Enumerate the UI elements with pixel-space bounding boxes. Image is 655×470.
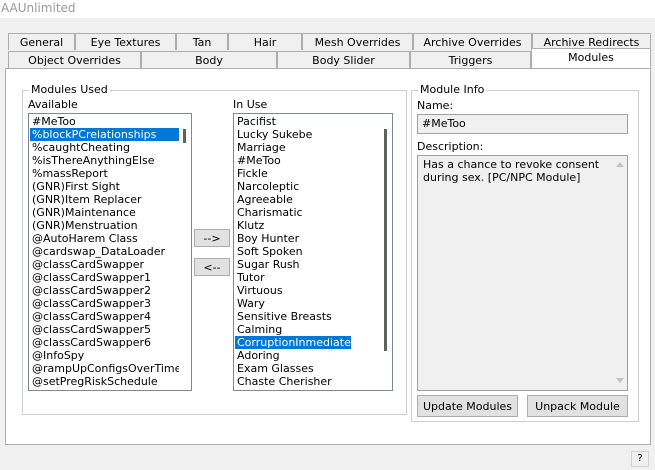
- module-info-title: Module Info: [418, 83, 487, 96]
- name-label: Name:: [417, 99, 454, 112]
- in-use-scroll-thumb[interactable]: [384, 129, 387, 351]
- available-module-item[interactable]: @classCardSwapper5: [30, 323, 181, 336]
- available-module-item[interactable]: @classCardSwapper1: [30, 271, 181, 284]
- available-module-item[interactable]: (GNR)First Sight: [30, 180, 181, 193]
- main-window: General Eye Textures Tan Hair Mesh Overr…: [0, 18, 655, 470]
- in-use-module-item[interactable]: Wary: [235, 297, 351, 310]
- tab-archive-overrides[interactable]: Archive Overrides: [413, 33, 532, 50]
- in-use-label: In Use: [233, 98, 268, 111]
- available-module-item[interactable]: %caughtCheating: [30, 141, 181, 154]
- in-use-module-item[interactable]: Fickle: [235, 167, 351, 180]
- available-module-item[interactable]: @rampUpConfigsOverTime: [30, 362, 181, 375]
- tab-modules[interactable]: Modules: [531, 48, 651, 68]
- in-use-module-item[interactable]: Exam Glasses: [235, 362, 351, 375]
- modules-used-title: Modules Used: [29, 83, 110, 96]
- available-module-item[interactable]: (GNR)Maintenance: [30, 206, 181, 219]
- available-module-item[interactable]: @classCardSwapper: [30, 258, 181, 271]
- tab-triggers[interactable]: Triggers: [410, 51, 531, 68]
- in-use-items: Pacifist Lucky Sukebe Marriage #MeToo Fickle…: [235, 115, 351, 388]
- available-module-item[interactable]: %blockPCrelationships: [30, 128, 182, 141]
- module-description-text: Has a chance to revoke consent during se…: [423, 158, 600, 184]
- in-use-module-item[interactable]: Agreeable: [235, 193, 351, 206]
- available-module-item[interactable]: @classCardSwapper4: [30, 310, 181, 323]
- in-use-list[interactable]: Pacifist Lucky Sukebe Marriage #MeToo Fickle…: [233, 113, 393, 391]
- available-module-item[interactable]: (GNR)Item Replacer: [30, 193, 181, 206]
- update-modules-button[interactable]: Update Modules: [417, 395, 518, 417]
- module-name-field[interactable]: #MeToo: [417, 114, 628, 134]
- in-use-module-item[interactable]: CorruptionInmediate: [235, 336, 351, 349]
- available-module-item[interactable]: #MeToo: [30, 115, 181, 128]
- available-module-item[interactable]: @classCardSwapper3: [30, 297, 181, 310]
- in-use-module-item[interactable]: Boy Hunter: [235, 232, 351, 245]
- in-use-module-item[interactable]: Virtuous: [235, 284, 351, 297]
- in-use-module-item[interactable]: Charismatic: [235, 206, 351, 219]
- in-use-module-item[interactable]: Calming: [235, 323, 351, 336]
- available-scrollbar[interactable]: [179, 114, 191, 390]
- available-module-item[interactable]: %massReport: [30, 167, 181, 180]
- available-module-item[interactable]: (GNR)Menstruation: [30, 219, 181, 232]
- tab-mesh-overrides[interactable]: Mesh Overrides: [302, 33, 413, 50]
- in-use-module-item[interactable]: Narcoleptic: [235, 180, 351, 193]
- available-module-item[interactable]: @AutoHarem Class: [30, 232, 181, 245]
- available-module-item[interactable]: %isThereAnythingElse: [30, 154, 181, 167]
- in-use-module-item[interactable]: Klutz: [235, 219, 351, 232]
- tab-eye-textures[interactable]: Eye Textures: [75, 33, 176, 50]
- unpack-module-button[interactable]: Unpack Module: [527, 395, 628, 417]
- in-use-module-item[interactable]: Tutor: [235, 271, 351, 284]
- available-label: Available: [28, 98, 78, 111]
- description-scroll-up-icon[interactable]: [616, 162, 624, 167]
- modules-panel: Modules Used Available In Use #MeToo %blo…: [5, 68, 651, 445]
- tab-general[interactable]: General: [8, 33, 75, 50]
- in-use-module-item[interactable]: Sugar Rush: [235, 258, 351, 271]
- add-module-button[interactable]: -->: [194, 229, 230, 247]
- in-use-module-item[interactable]: Lucky Sukebe: [235, 128, 351, 141]
- available-module-item[interactable]: @setPregRiskSchedule: [30, 375, 181, 388]
- available-scroll-thumb[interactable]: [183, 129, 186, 143]
- in-use-module-item[interactable]: Adoring: [235, 349, 351, 362]
- description-scroll-down-icon[interactable]: [616, 378, 624, 383]
- module-description-field[interactable]: Has a chance to revoke consent during se…: [417, 155, 628, 391]
- title-bar: AAUnlimited: [0, 0, 655, 18]
- available-module-item[interactable]: @InfoSpy: [30, 349, 181, 362]
- in-use-module-item[interactable]: Soft Spoken: [235, 245, 351, 258]
- in-use-module-item[interactable]: Sensitive Breasts: [235, 310, 351, 323]
- remove-module-button[interactable]: <--: [194, 258, 230, 276]
- in-use-scrollbar[interactable]: [380, 114, 392, 390]
- help-button[interactable]: ?: [631, 451, 649, 467]
- in-use-module-item[interactable]: #MeToo: [235, 154, 351, 167]
- in-use-module-item[interactable]: Chaste Cherisher: [235, 375, 351, 388]
- tab-body-slider[interactable]: Body Slider: [277, 51, 410, 68]
- available-items: #MeToo %blockPCrelationships %caughtCheati…: [30, 115, 182, 388]
- available-list[interactable]: #MeToo %blockPCrelationships %caughtCheati…: [28, 113, 192, 391]
- available-module-item[interactable]: @classCardSwapper6: [30, 336, 181, 349]
- window-title: AAUnlimited: [1, 1, 76, 15]
- available-module-item[interactable]: @cardswap_DataLoader: [30, 245, 181, 258]
- tab-object-overrides[interactable]: Object Overrides: [8, 51, 141, 68]
- description-label: Description:: [417, 140, 484, 153]
- in-use-module-item[interactable]: Pacifist: [235, 115, 351, 128]
- tab-tan[interactable]: Tan: [176, 33, 228, 50]
- tab-body[interactable]: Body: [141, 51, 277, 68]
- available-module-item[interactable]: @classCardSwapper2: [30, 284, 181, 297]
- in-use-module-item[interactable]: Marriage: [235, 141, 351, 154]
- tab-hair[interactable]: Hair: [228, 33, 302, 50]
